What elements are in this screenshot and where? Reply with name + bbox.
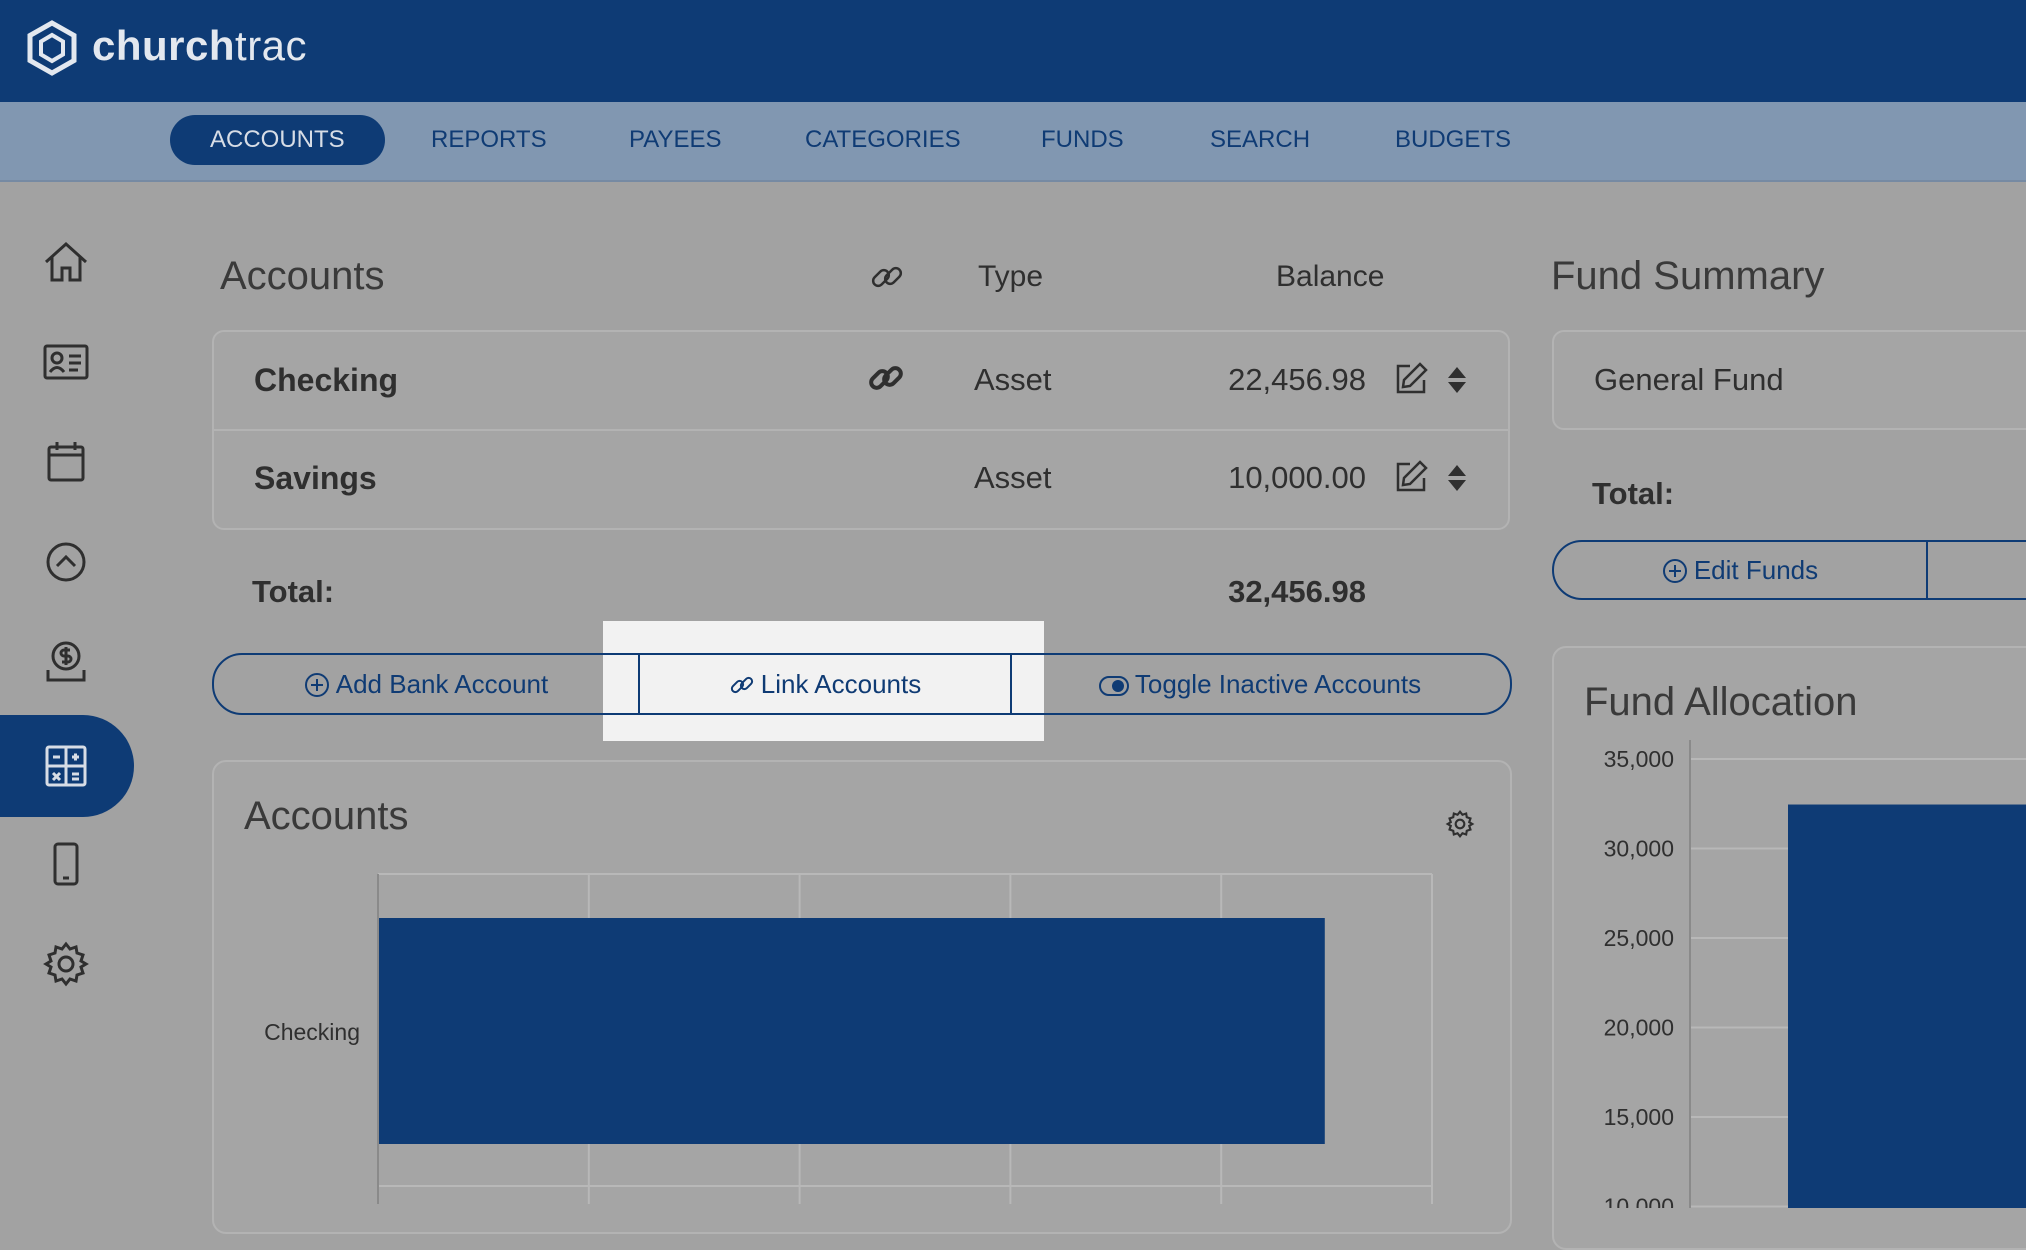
fund-summary-title: Fund Summary: [1551, 254, 1825, 298]
logo-text[interactable]: churchtrac: [92, 22, 307, 70]
tab-reports[interactable]: REPORTS: [431, 115, 547, 165]
tab-budgets[interactable]: BUDGETS: [1395, 115, 1511, 165]
chart-tick-label: 30,000: [1604, 836, 1674, 862]
churchtrac-logo-icon[interactable]: [24, 20, 80, 76]
fund-total-label: Total:: [1592, 476, 1675, 511]
chart-bar[interactable]: [378, 918, 1325, 1144]
link-header-icon: [871, 266, 903, 288]
chart-tick-label: 35,000: [1604, 746, 1674, 772]
account-name-savings[interactable]: Savings: [254, 460, 377, 497]
toggle-inactive-accounts-label: Toggle Inactive Accounts: [1134, 669, 1422, 699]
accounts-bar-chart: Checking: [264, 873, 1433, 1204]
accounts-chart-title: Accounts: [244, 794, 409, 838]
accounts-title: Accounts: [220, 254, 385, 298]
main-tab-bar: ACCOUNTS REPORTS PAYEES CATEGORIES FUNDS…: [0, 102, 2026, 182]
link-accounts-label: Link Accounts: [760, 669, 922, 699]
calculator-icon[interactable]: [40, 740, 92, 792]
type-column-header: Type: [978, 260, 1044, 293]
accounts-table: [212, 330, 1510, 530]
account-type: Asset: [974, 460, 1052, 495]
edit-icon[interactable]: [1392, 360, 1430, 398]
row-divider: [214, 429, 1508, 431]
toggle-icon: [1098, 676, 1129, 696]
tab-accounts[interactable]: ACCOUNTS: [170, 115, 385, 165]
chart-settings-gear-icon[interactable]: [1444, 808, 1476, 840]
edit-funds-label: Edit Funds: [1693, 555, 1819, 585]
accounts-total-value: 32,456.98: [1228, 574, 1366, 609]
chevron-up-circle-icon[interactable]: [40, 536, 92, 588]
fund-allocation-bar-chart: 35,000 30,000 25,000 20,000 15,000 10,000: [1604, 740, 2026, 1209]
account-actions-button-group: Add Bank Account Link Accounts Toggle In…: [212, 653, 1512, 715]
calendar-icon[interactable]: [40, 436, 92, 488]
accounts-total-label: Total:: [252, 574, 335, 609]
chart-tick-label: 20,000: [1604, 1015, 1674, 1041]
tab-funds[interactable]: FUNDS: [1041, 115, 1124, 165]
linked-account-icon[interactable]: [866, 358, 906, 398]
tab-payees[interactable]: PAYEES: [629, 115, 721, 165]
tab-categories[interactable]: CATEGORIES: [805, 115, 961, 165]
chart-tick-label: 25,000: [1604, 925, 1674, 951]
chart-category-label: Checking: [264, 1019, 360, 1045]
donation-icon[interactable]: [40, 636, 92, 688]
fund-allocation-title: Fund Allocation: [1584, 680, 1858, 724]
tab-search[interactable]: SEARCH: [1210, 115, 1310, 165]
gear-icon[interactable]: [40, 938, 92, 990]
link-icon: [730, 676, 753, 694]
plus-circle-icon: [304, 673, 329, 697]
add-bank-account-button[interactable]: Add Bank Account: [214, 655, 638, 713]
fund-name[interactable]: General Fund: [1594, 362, 1784, 398]
link-accounts-button[interactable]: Link Accounts: [640, 655, 1010, 713]
account-type: Asset: [974, 362, 1052, 397]
plus-circle-icon: [1662, 559, 1687, 583]
account-balance: 22,456.98: [1228, 362, 1366, 397]
edit-icon[interactable]: [1392, 458, 1430, 496]
account-balance: 10,000.00: [1228, 460, 1366, 495]
contact-card-icon[interactable]: [40, 336, 92, 388]
account-name-checking[interactable]: Checking: [254, 362, 398, 399]
add-bank-account-label: Add Bank Account: [335, 669, 549, 699]
chart-tick-label: 10,000: [1604, 1194, 1674, 1209]
edit-funds-button[interactable]: Edit Funds: [1554, 542, 1926, 598]
top-bar: churchtrac: [0, 0, 2026, 102]
button-separator: [1926, 542, 1928, 598]
mobile-icon[interactable]: [40, 838, 92, 890]
chart-bar[interactable]: [1788, 804, 2026, 1208]
fund-actions-button-group: Edit Funds: [1552, 540, 2026, 600]
sort-handle-icon[interactable]: [1446, 462, 1468, 494]
balance-column-header: Balance: [1276, 260, 1385, 293]
chart-tick-label: 15,000: [1604, 1104, 1674, 1130]
toggle-inactive-accounts-button[interactable]: Toggle Inactive Accounts: [1012, 655, 1508, 713]
home-icon[interactable]: [40, 236, 92, 288]
sort-handle-icon[interactable]: [1446, 364, 1468, 396]
